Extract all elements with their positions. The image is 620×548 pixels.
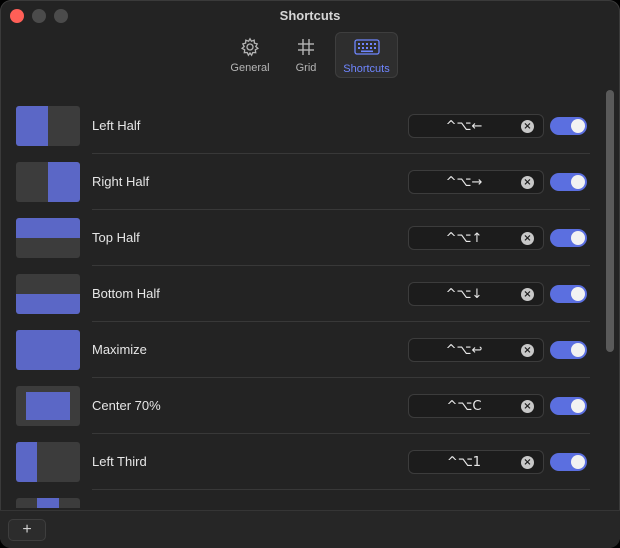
- shortcut-keys: ^⌥↓: [445, 287, 483, 302]
- clear-shortcut-icon[interactable]: ×: [521, 400, 534, 413]
- shortcut-recorder[interactable]: ^⌥C ×: [408, 394, 544, 418]
- enable-toggle[interactable]: [550, 341, 587, 359]
- list-item: Right Half ^⌥→ ×: [0, 154, 600, 210]
- keyboard-icon: [353, 38, 380, 59]
- layout-preview-icon: [16, 106, 80, 146]
- shortcut-recorder[interactable]: ^⌥← ×: [408, 114, 544, 138]
- clear-shortcut-icon[interactable]: ×: [521, 344, 534, 357]
- shortcut-name: Top Half: [92, 230, 140, 245]
- layout-preview-icon: [16, 442, 80, 482]
- toggle-knob: [571, 231, 585, 245]
- list-item: Center 70% ^⌥C ×: [0, 378, 600, 434]
- list-item: Left Half ^⌥← ×: [0, 98, 600, 154]
- shortcut-recorder[interactable]: ^⌥↩ ×: [408, 338, 544, 362]
- enable-toggle[interactable]: [550, 173, 587, 191]
- layout-preview-icon: [16, 218, 80, 258]
- toggle-knob: [571, 399, 585, 413]
- shortcut-name: Left Third: [92, 454, 147, 469]
- shortcut-name: Maximize: [92, 342, 147, 357]
- tab-general[interactable]: General: [224, 32, 276, 78]
- toggle-knob: [571, 455, 585, 469]
- preferences-window: Shortcuts General Grid Shortcuts Left Ha…: [0, 0, 620, 548]
- shortcut-keys: ^⌥←: [445, 119, 483, 134]
- toggle-knob: [571, 119, 585, 133]
- layout-preview-icon: [16, 386, 80, 426]
- vertical-scrollbar[interactable]: [605, 90, 615, 508]
- gear-icon: [240, 37, 260, 60]
- layout-preview-icon: [16, 274, 80, 314]
- shortcut-recorder[interactable]: ^⌥1 ×: [408, 450, 544, 474]
- shortcut-name: Bottom Half: [92, 286, 160, 301]
- shortcut-list: Left Half ^⌥← × Right Half ^⌥→ × Top Hal…: [0, 98, 600, 508]
- shortcut-name: Center 70%: [92, 398, 161, 413]
- clear-shortcut-icon[interactable]: ×: [521, 120, 534, 133]
- list-item: Bottom Half ^⌥↓ ×: [0, 266, 600, 322]
- toggle-knob: [571, 343, 585, 357]
- add-shortcut-button[interactable]: +: [8, 519, 46, 541]
- clear-shortcut-icon[interactable]: ×: [521, 456, 534, 469]
- enable-toggle[interactable]: [550, 453, 587, 471]
- shortcut-recorder[interactable]: ^⌥↑ ×: [408, 226, 544, 250]
- shortcut-keys: ^⌥1: [446, 455, 482, 470]
- shortcut-keys: ^⌥→: [445, 175, 483, 190]
- tab-grid-label: Grid: [295, 62, 317, 74]
- shortcut-name: Left Half: [92, 118, 141, 133]
- scrollbar-thumb[interactable]: [606, 90, 614, 352]
- enable-toggle[interactable]: [550, 117, 587, 135]
- shortcut-recorder[interactable]: ^⌥↓ ×: [408, 282, 544, 306]
- enable-toggle[interactable]: [550, 285, 587, 303]
- shortcut-keys: ^⌥↩: [445, 343, 483, 358]
- shortcut-keys: ^⌥↑: [445, 231, 483, 246]
- bottom-toolbar: +: [0, 510, 620, 548]
- clear-shortcut-icon[interactable]: ×: [521, 288, 534, 301]
- enable-toggle[interactable]: [550, 229, 587, 247]
- toggle-knob: [571, 287, 585, 301]
- list-item: Left Third ^⌥1 ×: [0, 434, 600, 490]
- toggle-knob: [571, 175, 585, 189]
- shortcut-name: Right Half: [92, 174, 150, 189]
- tab-general-label: General: [230, 62, 270, 74]
- shortcut-recorder[interactable]: ^⌥→ ×: [408, 170, 544, 194]
- grid-icon: [296, 37, 316, 60]
- window-title: Shortcuts: [279, 8, 341, 23]
- shortcut-keys: ^⌥C: [446, 399, 482, 414]
- layout-preview-icon: [16, 498, 80, 508]
- tab-shortcuts[interactable]: Shortcuts: [335, 32, 398, 78]
- list-item: Maximize ^⌥↩ ×: [0, 322, 600, 378]
- title-bar: Shortcuts: [0, 0, 620, 32]
- clear-shortcut-icon[interactable]: ×: [521, 176, 534, 189]
- clear-shortcut-icon[interactable]: ×: [521, 232, 534, 245]
- tab-grid[interactable]: Grid: [286, 32, 326, 78]
- list-item: Top Half ^⌥↑ ×: [0, 210, 600, 266]
- tab-shortcuts-label: Shortcuts: [343, 63, 390, 75]
- layout-preview-icon: [16, 162, 80, 202]
- list-item: [0, 490, 600, 508]
- enable-toggle[interactable]: [550, 397, 587, 415]
- preferences-tabs: General Grid Shortcuts: [0, 32, 620, 80]
- layout-preview-icon: [16, 330, 80, 370]
